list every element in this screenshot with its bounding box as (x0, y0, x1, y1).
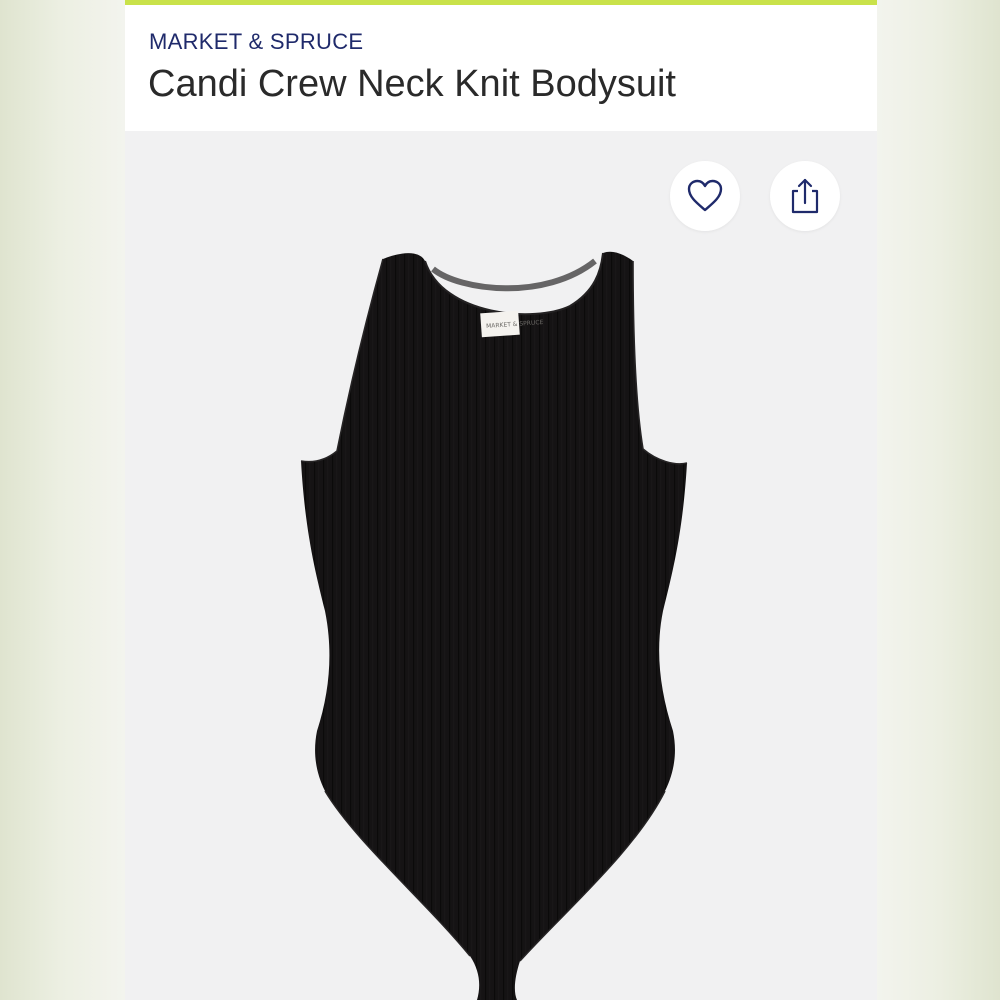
favorite-button[interactable] (670, 161, 740, 231)
inner-back-neck (431, 258, 597, 292)
product-image-area: MARKET & SPRUCE (125, 131, 877, 1000)
brand-link[interactable]: MARKET & SPRUCE (149, 29, 363, 55)
product-title: Candi Crew Neck Knit Bodysuit (148, 63, 676, 105)
bodysuit-garment (301, 251, 687, 1000)
heart-icon (687, 179, 723, 212)
product-image[interactable]: MARKET & SPRUCE (125, 131, 877, 1000)
share-button[interactable] (770, 161, 840, 231)
product-header: MARKET & SPRUCE Candi Crew Neck Knit Bod… (125, 5, 877, 131)
share-icon (791, 178, 819, 214)
armhole-right (632, 260, 688, 465)
product-page: MARKET & SPRUCE Candi Crew Neck Knit Bod… (125, 0, 877, 1000)
